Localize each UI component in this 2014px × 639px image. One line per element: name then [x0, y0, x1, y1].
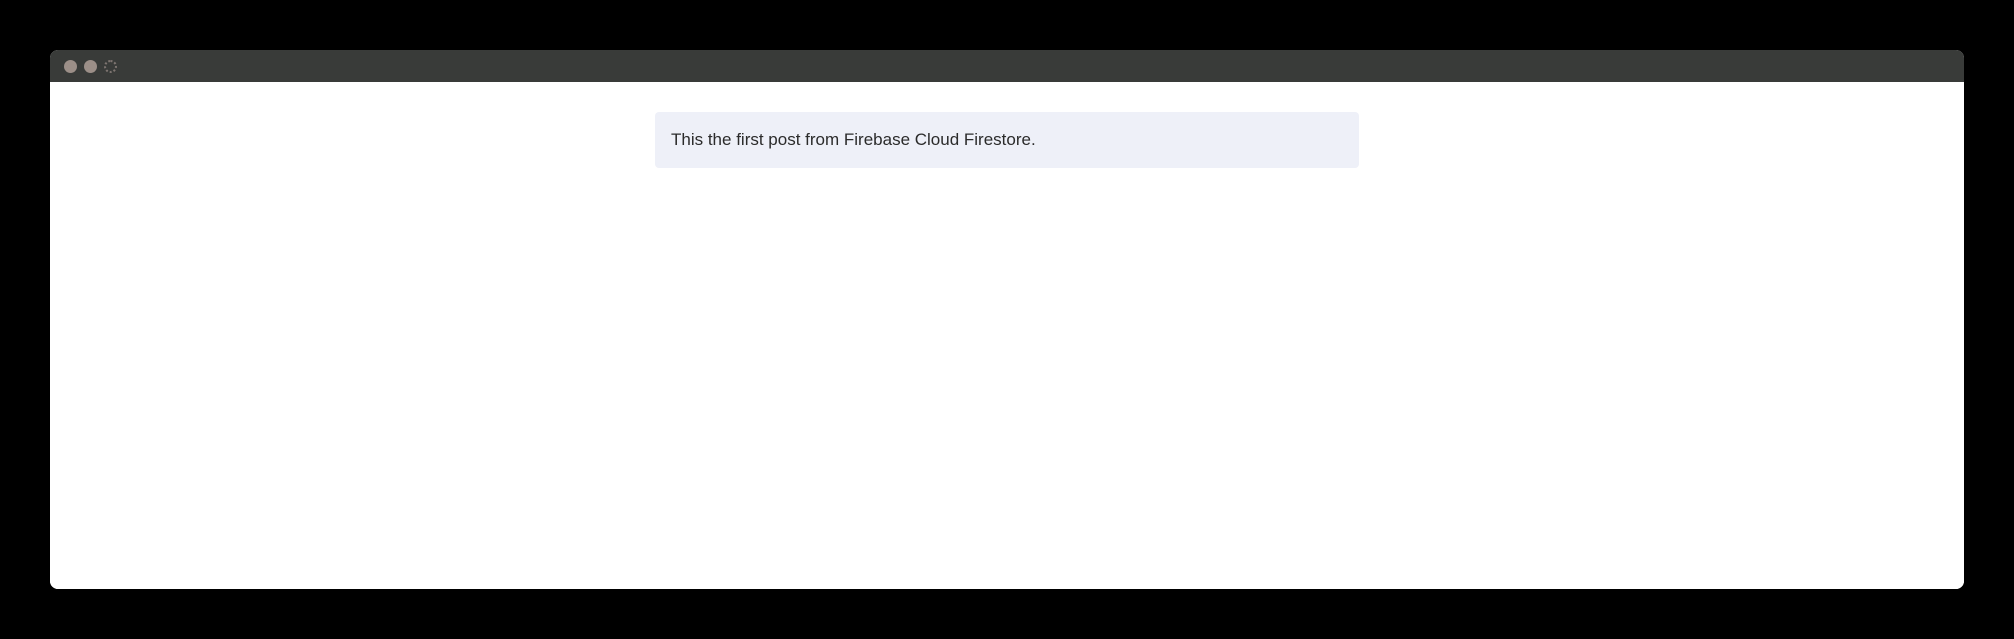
- post-card: This the first post from Firebase Cloud …: [655, 112, 1359, 168]
- post-text: This the first post from Firebase Cloud …: [671, 130, 1036, 149]
- zoom-button[interactable]: [104, 60, 117, 73]
- page-content: This the first post from Firebase Cloud …: [50, 82, 1964, 589]
- minimize-button[interactable]: [84, 60, 97, 73]
- close-button[interactable]: [64, 60, 77, 73]
- browser-window: This the first post from Firebase Cloud …: [50, 50, 1964, 589]
- window-titlebar: [50, 50, 1964, 82]
